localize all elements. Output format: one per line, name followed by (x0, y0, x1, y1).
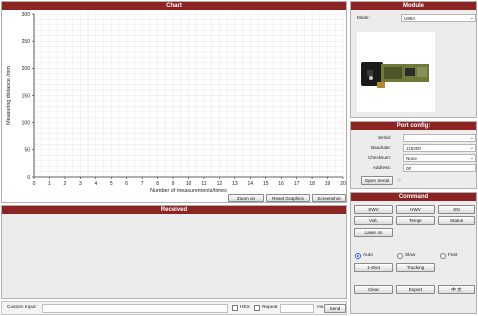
auto-radio[interactable] (355, 253, 361, 259)
module-panel-title: Module (351, 2, 476, 10)
x-tick-label: 10 (186, 181, 192, 187)
x-tick-label: 9 (172, 181, 175, 187)
screenshot-button[interactable]: Screenshot (312, 194, 346, 202)
x-tick-label: 5 (110, 181, 113, 187)
chart-panel-title: Chart (2, 2, 346, 10)
baudrate-label: Baudrate: (371, 145, 391, 150)
fast-radio[interactable] (440, 253, 446, 259)
y-tick-label: 150 (22, 93, 31, 99)
y-tick-label: 50 (24, 148, 30, 154)
address-label: Address: (372, 165, 391, 170)
mode-select[interactable]: U85A ⌄ (401, 14, 476, 22)
x-tick-label: 11 (201, 181, 206, 187)
chart-plot: 0 1 2 3 4 5 6 7 8 9 10 11 12 13 14 15 16 17 18 19 2005010015… (6, 12, 346, 194)
y-tick-label: 0 (27, 175, 30, 181)
serial-select[interactable]: ⌄ (403, 134, 476, 142)
received-text-area[interactable] (4, 216, 344, 296)
address-input[interactable]: 00 (403, 164, 476, 172)
received-panel-title: Received (2, 206, 346, 214)
x-tick-label: 17 (294, 181, 300, 187)
open-serial-button[interactable]: Open Serial (361, 176, 393, 185)
serial-status-indicator (397, 178, 401, 182)
custom-input-label: Custom Input: (7, 305, 37, 310)
send-button[interactable]: Send (324, 304, 346, 313)
hwv-button[interactable]: HWV (396, 205, 435, 214)
x-tick-label: 0 (33, 181, 36, 187)
slow-label: Slow (405, 253, 416, 258)
chevron-down-icon: ⌄ (469, 135, 474, 141)
fast-label: Fast (448, 253, 458, 258)
one-shot-button[interactable]: 1-shot (354, 263, 393, 272)
slow-radio[interactable] (397, 253, 403, 259)
tracking-button[interactable]: Tracking (396, 263, 435, 272)
module-panel: Module Mode: U85A ⌄ (350, 1, 477, 118)
chevron-down-icon: ⌄ (469, 155, 474, 161)
y-tick-label: 100 (22, 120, 31, 126)
checksum-select[interactable]: None ⌄ (403, 154, 476, 162)
baudrate-value: 115200 (406, 146, 421, 151)
x-tick-label: 4 (94, 181, 97, 187)
serial-label: Serial: (377, 135, 391, 140)
repeat-checkbox[interactable] (254, 305, 260, 311)
x-tick-label: 12 (217, 181, 223, 187)
custom-input-bar: Custom Input: HEX Repeat ms Send (1, 301, 347, 315)
command-panel: Command SWV HWV SN Volt. Tempr Status La… (350, 192, 477, 314)
y-tick-label: 200 (22, 66, 31, 72)
address-value: 00 (406, 166, 412, 171)
port-config-title: Port config: (351, 122, 476, 130)
checksum-label: Checksum: (368, 155, 391, 160)
received-panel: Received (1, 205, 347, 299)
sn-button[interactable]: SN (438, 205, 475, 214)
auto-label: Auto (363, 253, 373, 258)
repeat-label: Repeat (262, 305, 278, 310)
custom-input-field[interactable] (42, 304, 228, 313)
clear-button[interactable]: Clear (354, 285, 393, 294)
zoom-on-button[interactable]: Zoom on (228, 194, 264, 202)
laser-on-button[interactable]: Laser on (354, 228, 393, 237)
x-tick-label: 20 (340, 181, 346, 187)
hex-checkbox[interactable] (232, 305, 238, 311)
chevron-down-icon: ⌄ (469, 15, 474, 21)
x-tick-label: 19 (325, 181, 331, 187)
x-tick-label: 15 (263, 181, 269, 187)
chart-panel: Chart 0 1 2 3 4 5 6 7 8 9 10 11 12 13 14 15 16 17 18 19 20 0 5… (1, 1, 347, 203)
x-tick-label: 8 (156, 181, 159, 187)
x-tick-label: 2 (64, 181, 67, 187)
swv-button[interactable]: SWV (354, 205, 393, 214)
hex-label: HEX (240, 305, 250, 310)
port-config-panel: Port config: Serial: ⌄ Baudrate: 115200 … (350, 121, 477, 189)
mode-value: U85A (404, 16, 416, 21)
chevron-down-icon: ⌄ (469, 145, 474, 151)
x-tick-label: 1 (48, 181, 51, 187)
language-toggle-button[interactable]: 中 文 (438, 285, 475, 294)
x-tick-label: 3 (79, 181, 82, 187)
tempr-button[interactable]: Tempr (396, 216, 435, 225)
x-tick-label: 14 (248, 181, 254, 187)
x-tick-label: 18 (309, 181, 315, 187)
status-button[interactable]: Status (438, 216, 475, 225)
x-tick-label: 16 (278, 181, 284, 187)
x-tick-label: 6 (125, 181, 128, 187)
module-image (357, 32, 435, 112)
export-button[interactable]: Export (396, 285, 435, 294)
ms-label: ms (317, 305, 324, 310)
y-tick-label: 250 (22, 39, 31, 45)
baudrate-select[interactable]: 115200 ⌄ (403, 144, 476, 152)
repeat-interval-input[interactable] (280, 304, 314, 313)
y-tick-label: 300 (22, 12, 31, 18)
x-tick-label: 7 (141, 181, 144, 187)
mode-label: Mode: (357, 15, 370, 20)
x-axis-label: Number of measurements/times (150, 188, 227, 194)
command-panel-title: Command (351, 193, 476, 201)
y-axis-label: Measuring distance /mm (6, 66, 12, 125)
checksum-value: None (406, 156, 417, 161)
reset-graphics-button[interactable]: Reset Graphics (266, 194, 310, 202)
volt-button[interactable]: Volt. (354, 216, 393, 225)
x-tick-label: 13 (232, 181, 238, 187)
